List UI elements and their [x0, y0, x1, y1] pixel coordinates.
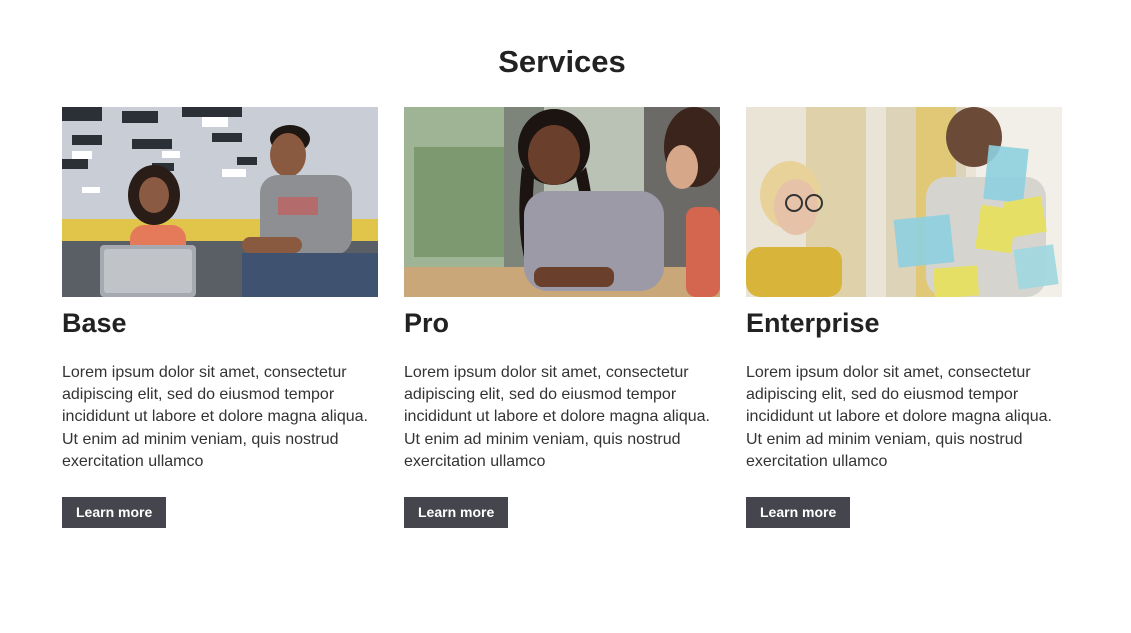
card-description: Lorem ipsum dolor sit amet, consectetur … — [62, 364, 368, 470]
card-description: Lorem ipsum dolor sit amet, consectetur … — [404, 364, 710, 470]
learn-more-button-enterprise[interactable]: Learn more — [746, 497, 851, 529]
card-photo-office-team — [62, 107, 378, 297]
card-photo-sticky-notes — [746, 107, 1062, 297]
card-title: Pro — [404, 308, 450, 338]
services-page: Services Base Lorem ipsum dolor sit amet… — [0, 0, 1131, 633]
learn-more-button-pro[interactable]: Learn more — [404, 497, 509, 529]
service-card-enterprise: Enterprise Lorem ipsum dolor sit amet, c… — [746, 107, 1062, 529]
learn-more-button-base[interactable]: Learn more — [62, 497, 167, 529]
card-photo-meeting — [404, 107, 720, 297]
service-card-base: Base Lorem ipsum dolor sit amet, consect… — [62, 107, 378, 529]
service-card-pro: Pro Lorem ipsum dolor sit amet, consecte… — [404, 107, 720, 529]
card-description: Lorem ipsum dolor sit amet, consectetur … — [746, 364, 1052, 470]
card-title: Enterprise — [746, 308, 880, 338]
service-cards: Base Lorem ipsum dolor sit amet, consect… — [62, 107, 1062, 529]
section-title: Services — [498, 44, 626, 79]
card-title: Base — [62, 308, 127, 338]
